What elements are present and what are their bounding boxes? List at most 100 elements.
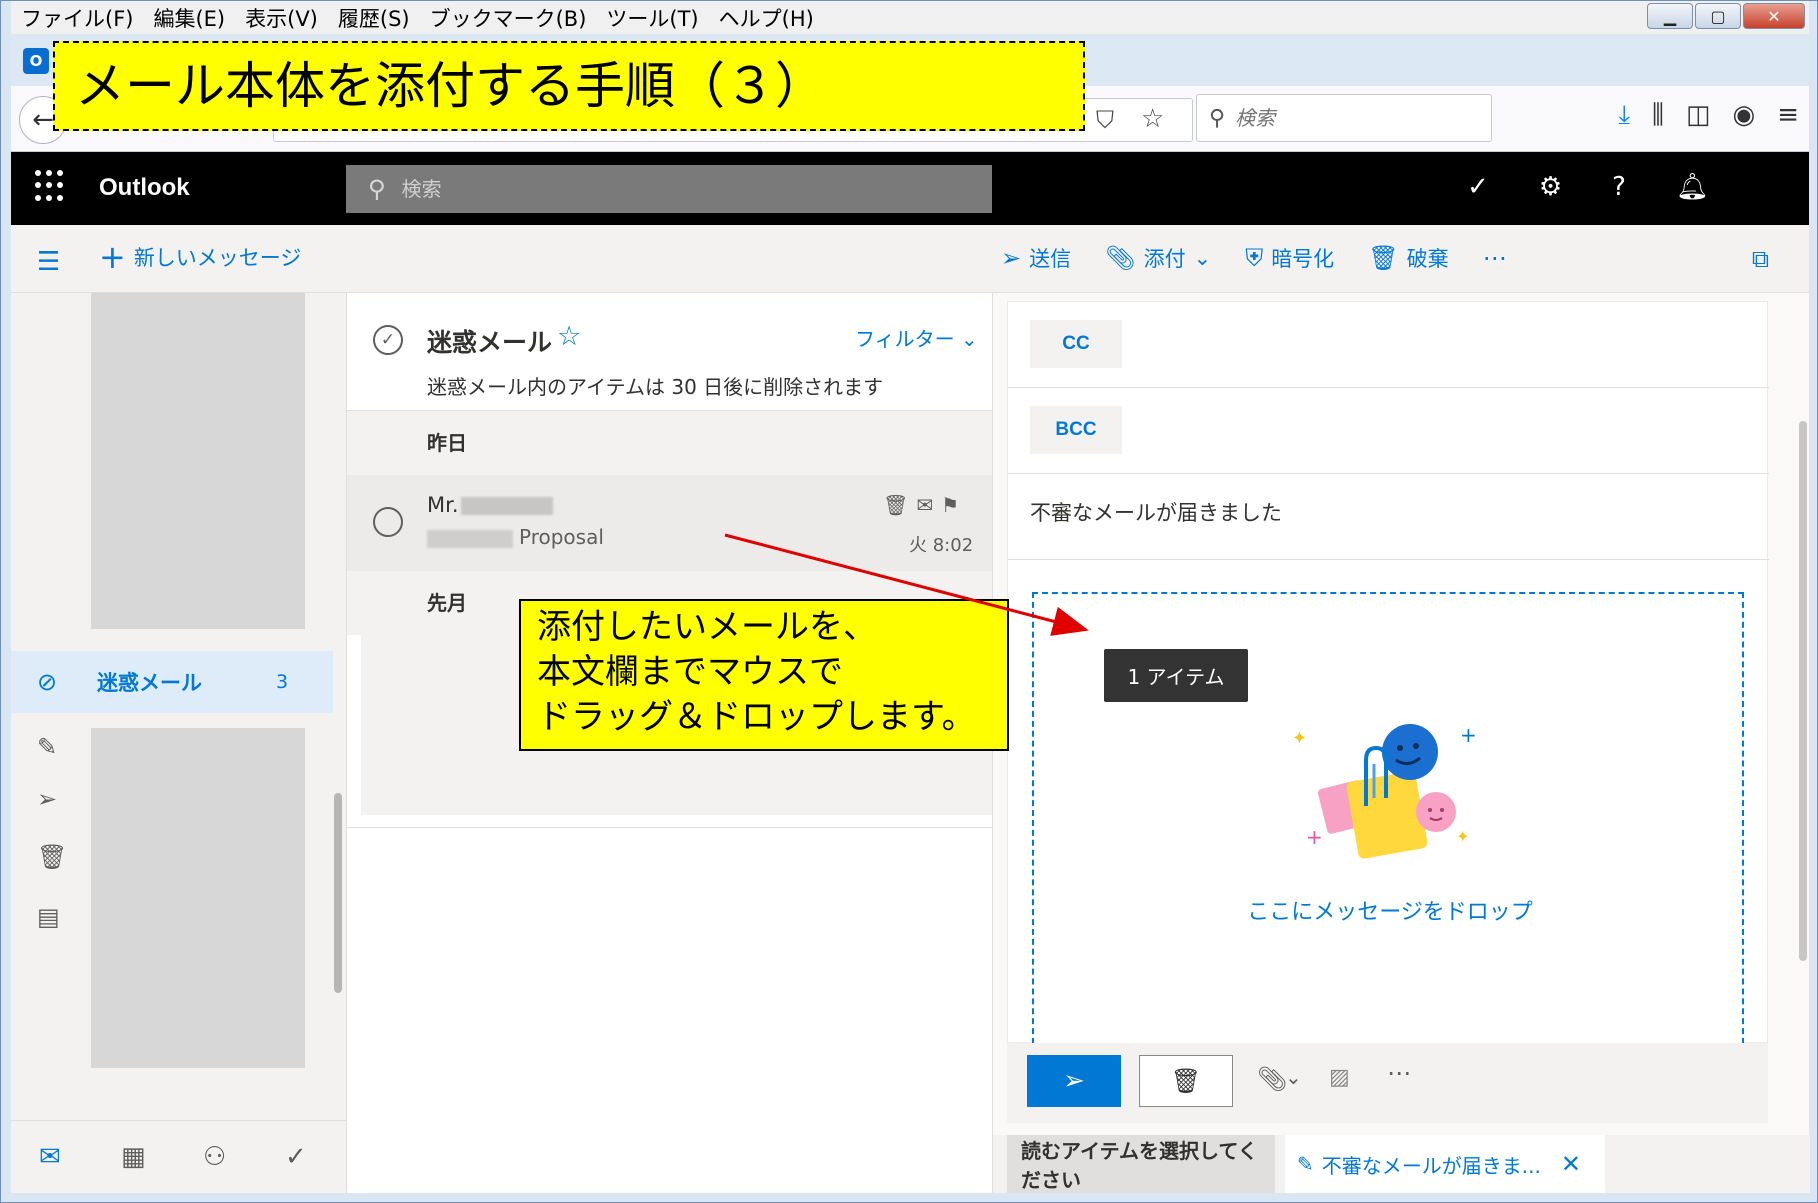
compose-commands: ➢ 送信 📎︎ 添付 ⌄ ⛨ 暗号化 🗑︎ 破棄 ⋯ xyxy=(1001,243,1507,273)
discard-command[interactable]: 🗑︎ 破棄 xyxy=(1368,243,1448,273)
compose-scrollbar[interactable] xyxy=(1799,421,1807,961)
archive-icon[interactable]: ▤ xyxy=(37,903,60,931)
redacted-subject xyxy=(427,529,513,548)
bcc-row[interactable]: BCC xyxy=(1008,388,1769,474)
discard-command-label: 破棄 xyxy=(1406,247,1449,271)
folder-junk-label: 迷惑メール xyxy=(97,671,202,695)
bookmark-star-icon[interactable]: ☆ xyxy=(1141,104,1164,134)
account-icon[interactable]: ◉ xyxy=(1733,100,1756,131)
close-window-button[interactable]: ✕ xyxy=(1743,3,1805,29)
maximize-button[interactable]: ▢ xyxy=(1695,3,1741,29)
favorite-star-icon[interactable]: ☆ xyxy=(557,321,581,352)
chevron-down-icon[interactable]: ⌄ xyxy=(1285,1065,1302,1089)
cc-row[interactable]: CC xyxy=(1008,302,1769,388)
tab-draft[interactable]: ✎ 不審なメールが届きま... ✕ xyxy=(1285,1135,1605,1193)
more-icon[interactable]: ⋯ xyxy=(1387,1059,1411,1087)
new-message-label: 新しいメッセージ xyxy=(133,246,302,270)
browser-search-box[interactable]: ⚲ xyxy=(1196,94,1492,142)
arrow-left-icon: ← xyxy=(32,105,54,135)
hamburger-icon[interactable]: ☰ xyxy=(37,247,60,277)
discard-button[interactable]: 🗑︎ xyxy=(1139,1055,1233,1107)
send-command[interactable]: ➢ 送信 xyxy=(1001,243,1071,273)
popout-icon[interactable]: ⧉ xyxy=(1752,245,1769,273)
folder-junk-email[interactable]: ⊘ 迷惑メール 3 xyxy=(11,651,333,713)
send-icon: ➢ xyxy=(1063,1066,1085,1096)
module-nav: ✉ ▦ ⚇ ✓ xyxy=(11,1120,346,1193)
plus-icon: + xyxy=(99,238,126,276)
drag-item-tooltip: 1 アイテム xyxy=(1104,649,1248,702)
send-icon: ➢ xyxy=(1001,244,1022,272)
tab-reading-pane[interactable]: 読むアイテムを選択してください xyxy=(1007,1135,1275,1193)
paperclip-icon[interactable]: 📎︎ xyxy=(1257,1065,1287,1093)
message-row[interactable]: Mr. Proposal 🗑︎ ✉ ⚑ 火 8:02 xyxy=(347,475,993,571)
command-bar: ☰ + 新しいメッセージ ➢ 送信 📎︎ 添付 ⌄ ⛨ 暗号化 🗑︎ 破棄 ⋯ … xyxy=(11,225,1809,293)
outlook-tab-icon[interactable]: O xyxy=(23,48,49,74)
trash-icon[interactable]: 🗑︎ xyxy=(883,493,908,517)
more-commands-button[interactable]: ⋯ xyxy=(1483,244,1507,272)
menu-file[interactable]: ファイル(F) xyxy=(11,3,143,33)
people-icon[interactable]: ⚇ xyxy=(203,1142,226,1172)
paperclip-icon: 📎︎ xyxy=(1105,244,1136,272)
envelope-icon[interactable]: ✉ xyxy=(916,493,933,517)
subject-input[interactable] xyxy=(1030,500,1730,524)
close-icon[interactable]: ✕ xyxy=(1561,1150,1581,1178)
chevron-down-icon: ⌄ xyxy=(1193,246,1212,270)
attach-command[interactable]: 📎︎ 添付 ⌄ xyxy=(1105,243,1211,273)
menu-view[interactable]: 表示(V) xyxy=(235,3,328,33)
todo-check-icon[interactable]: ✓ xyxy=(1467,172,1489,202)
download-icon[interactable]: ⤓ xyxy=(1618,100,1630,131)
bcc-button[interactable]: BCC xyxy=(1030,406,1122,454)
app-launcher-icon[interactable] xyxy=(35,170,67,202)
todo-icon[interactable]: ✓ xyxy=(285,1142,307,1172)
new-message-button[interactable]: + 新しいメッセージ xyxy=(99,241,301,273)
library-icon[interactable]: ⫼ xyxy=(1652,100,1664,131)
search-icon: ⚲ xyxy=(1209,105,1226,131)
app-name[interactable]: Outlook xyxy=(99,174,190,202)
send-button[interactable]: ➢ xyxy=(1027,1055,1121,1107)
send-icon[interactable]: ➢ xyxy=(37,785,57,813)
trash-icon[interactable]: 🗑︎ xyxy=(37,843,67,871)
outlook-search-box[interactable]: ⚲ xyxy=(346,165,992,213)
browser-search-input[interactable] xyxy=(1235,106,1456,130)
menu-help[interactable]: ヘルプ(H) xyxy=(709,3,824,33)
list-divider xyxy=(347,827,993,828)
help-icon[interactable]: ? xyxy=(1612,172,1626,202)
menu-tools[interactable]: ツール(T) xyxy=(596,3,708,33)
svg-text:✦: ✦ xyxy=(1292,728,1307,749)
list-folder-title: 迷惑メール xyxy=(427,328,553,357)
gear-icon[interactable]: ⚙ xyxy=(1539,172,1562,202)
calendar-icon[interactable]: ▦ xyxy=(121,1142,146,1172)
select-all-checkbox[interactable]: ✓ xyxy=(373,325,403,355)
message-subject: Proposal xyxy=(427,525,604,549)
pencil-icon[interactable]: ✎ xyxy=(37,733,57,761)
redacted-folder-block xyxy=(91,728,305,1068)
menu-bookmarks[interactable]: ブックマーク(B) xyxy=(420,3,597,33)
outlook-search-input[interactable] xyxy=(401,177,902,201)
minimize-button[interactable]: ▁ xyxy=(1647,3,1693,29)
block-icon: ⊘ xyxy=(37,668,58,696)
compose-toolbar: ➢ 🗑︎ 📎︎ ⌄ ▨ ⋯ xyxy=(1007,1043,1768,1123)
folder-scrollbar[interactable] xyxy=(334,793,342,993)
image-icon[interactable]: ▨ xyxy=(1329,1065,1350,1090)
trash-icon: 🗑︎ xyxy=(1368,244,1399,272)
junk-retention-notice: 迷惑メール内のアイテムは 30 日後に削除されます xyxy=(427,375,884,399)
menu-history[interactable]: 履歴(S) xyxy=(328,3,420,33)
tutorial-title-banner: メール本体を添付する手順（３） xyxy=(53,41,1085,131)
encrypt-command[interactable]: ⛨ 暗号化 xyxy=(1245,243,1334,273)
bell-icon[interactable]: 🔔︎ xyxy=(1676,172,1709,202)
flag-icon[interactable]: ⚑ xyxy=(941,493,959,517)
pocket-icon[interactable]: ⛉ xyxy=(1096,106,1114,134)
filter-button[interactable]: フィルター ⌄ xyxy=(855,323,978,352)
svg-text:+: + xyxy=(1460,723,1477,747)
sidebar-icon[interactable]: ◫ xyxy=(1686,100,1711,131)
message-quick-actions: 🗑︎ ✉ ⚑ xyxy=(883,493,959,517)
menu-edit[interactable]: 編集(E) xyxy=(143,3,235,33)
more-icon: ⋯ xyxy=(1482,244,1507,272)
shield-icon: ⛨ xyxy=(1245,244,1264,272)
browser-window: ファイル(F) 編集(E) 表示(V) 履歴(S) ブックマーク(B) ツール(… xyxy=(0,0,1818,1203)
message-select-radio[interactable] xyxy=(373,507,403,537)
mail-icon[interactable]: ✉ xyxy=(39,1142,61,1172)
browser-toolbar-icons: ⤓ ⫼ ◫ ◉ ≡ xyxy=(1618,100,1799,131)
menu-icon[interactable]: ≡ xyxy=(1777,100,1799,131)
cc-button[interactable]: CC xyxy=(1030,320,1122,368)
